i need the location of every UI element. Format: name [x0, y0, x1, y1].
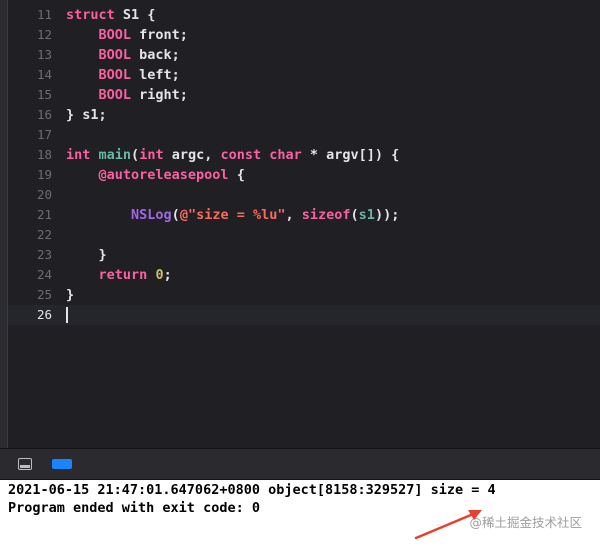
code-line[interactable]: 23 }	[8, 245, 600, 265]
line-number: 11	[36, 7, 52, 22]
code-token: }	[66, 287, 75, 303]
code-line[interactable]: 14 BOOL left;	[8, 65, 600, 85]
code-line[interactable]: 26	[8, 305, 600, 325]
code-line[interactable]: 22	[8, 225, 600, 245]
code-token: left;	[131, 67, 180, 83]
code-token: NSLog	[131, 207, 172, 223]
code-text: }	[66, 245, 107, 265]
line-number: 16	[36, 107, 52, 122]
code-token: BOOL	[98, 27, 132, 43]
code-text: } s1;	[66, 105, 107, 125]
code-token: * argv[]) {	[301, 147, 400, 163]
line-number: 21	[36, 207, 52, 222]
line-number: 25	[36, 287, 52, 302]
line-number: 19	[36, 167, 52, 182]
code-line[interactable]: 24 return 0;	[8, 265, 600, 285]
code-token: main	[98, 147, 132, 163]
line-number: 17	[36, 127, 52, 142]
code-line[interactable]: 12 BOOL front;	[8, 25, 600, 45]
code-token: ;	[163, 267, 172, 283]
xcode-window: 11 struct S1 {12 BOOL front; 13 BOOL back;…	[0, 0, 600, 549]
console-line-2: Program ended with exit code: 0	[8, 500, 260, 516]
code-token: (	[350, 207, 359, 223]
navigator-edge	[0, 0, 8, 448]
code-text: NSLog(@"size = %lu", sizeof(s1));	[66, 205, 399, 225]
code-token: int	[66, 147, 91, 163]
code-line[interactable]: 20	[8, 185, 600, 205]
code-token: BOOL	[98, 47, 132, 63]
code-token: s1	[358, 207, 375, 223]
hide-debug-area-icon[interactable]	[18, 458, 32, 470]
code-token: S1 {	[114, 7, 156, 23]
debug-bar	[0, 448, 600, 480]
code-text: BOOL back;	[66, 45, 180, 65]
code-line[interactable]: 19 @autoreleasepool {	[8, 165, 600, 185]
arrow-annotation-icon	[414, 510, 482, 540]
code-editor[interactable]: 11 struct S1 {12 BOOL front; 13 BOOL back;…	[8, 0, 600, 448]
text-cursor	[66, 307, 68, 323]
code-line[interactable]: 16 } s1;	[8, 105, 600, 125]
code-line[interactable]: 17	[8, 125, 600, 145]
code-token: } s1;	[66, 107, 107, 123]
code-token: }	[66, 247, 107, 263]
line-number: 13	[36, 47, 52, 62]
code-token: (	[131, 147, 140, 163]
code-token: BOOL	[98, 67, 132, 83]
code-token: const	[220, 147, 262, 163]
code-token: ,	[285, 207, 302, 223]
code-token: back;	[131, 47, 180, 63]
line-number: 15	[36, 87, 52, 102]
line-number: 24	[36, 267, 52, 282]
code-token: argc,	[163, 147, 221, 163]
line-number: 23	[36, 247, 52, 262]
code-line[interactable]: 11 struct S1 {	[8, 5, 600, 25]
code-line[interactable]: 18 int main(int argc, const char * argv[]…	[8, 145, 600, 165]
code-text: struct S1 {	[66, 5, 155, 25]
line-number: 20	[36, 187, 52, 202]
line-number: 22	[36, 227, 52, 242]
line-number: 26	[36, 307, 52, 322]
code-line[interactable]: 25}	[8, 285, 600, 305]
code-token: int	[139, 147, 164, 163]
code-token: BOOL	[98, 87, 132, 103]
code-token: (	[171, 207, 180, 223]
code-text	[66, 305, 68, 325]
code-token: right;	[131, 87, 188, 103]
code-token: sizeof	[301, 207, 351, 223]
code-text: BOOL left;	[66, 65, 180, 85]
console-output[interactable]: 2021-06-15 21:47:01.647062+0800 object[8…	[0, 480, 600, 549]
code-token: 0	[155, 267, 164, 283]
code-text: return 0;	[66, 265, 172, 285]
code-token: @autoreleasepool	[98, 167, 229, 183]
code-line[interactable]: 13 BOOL back;	[8, 45, 600, 65]
code-token: ));	[374, 207, 400, 223]
code-line[interactable]: 15 BOOL right;	[8, 85, 600, 105]
code-text: BOOL front;	[66, 25, 188, 45]
code-text: }	[66, 285, 74, 305]
code-text: int main(int argc, const char * argv[]) …	[66, 145, 399, 165]
code-token: {	[228, 167, 245, 183]
code-token: front;	[131, 27, 188, 43]
code-token: char	[269, 147, 302, 163]
code-token: @"size = %lu"	[179, 207, 286, 223]
line-number: 14	[36, 67, 52, 82]
code-text: @autoreleasepool {	[66, 165, 245, 185]
line-number: 18	[36, 147, 52, 162]
code-line[interactable]: 21 NSLog(@"size = %lu", sizeof(s1));	[8, 205, 600, 225]
code-token: return	[98, 267, 148, 283]
console-line-1: 2021-06-15 21:47:01.647062+0800 object[8…	[8, 482, 496, 498]
breakpoints-toggle-icon[interactable]	[52, 459, 72, 469]
code-token: struct	[66, 7, 115, 23]
line-number: 12	[36, 27, 52, 42]
code-text: BOOL right;	[66, 85, 188, 105]
